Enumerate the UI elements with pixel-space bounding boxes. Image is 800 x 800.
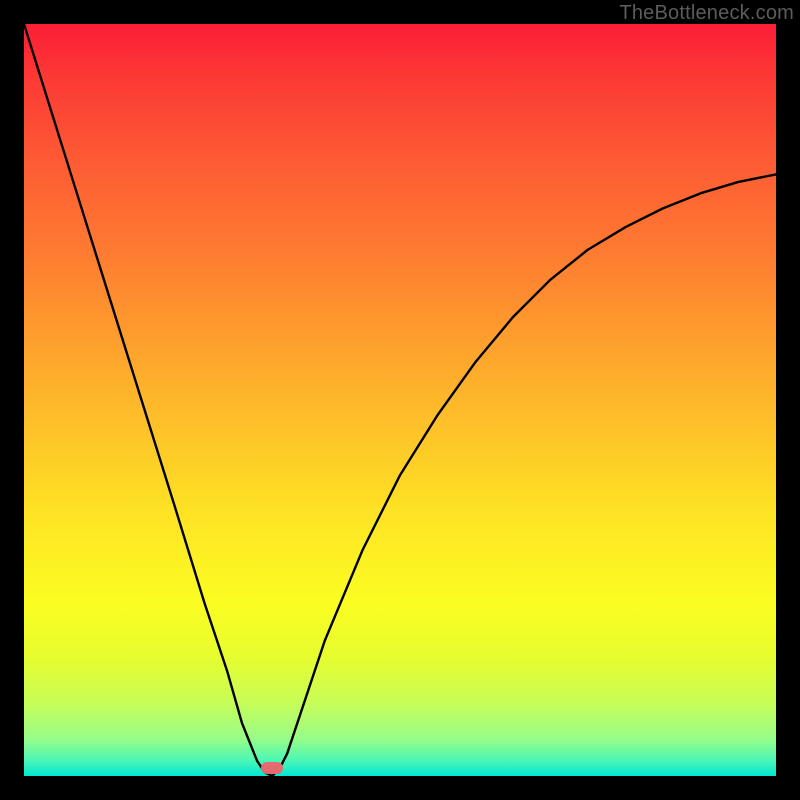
watermark-text: TheBottleneck.com	[619, 2, 794, 25]
plot-area	[24, 24, 776, 776]
bottleneck-curve	[24, 24, 776, 776]
chart-frame: TheBottleneck.com	[0, 0, 800, 800]
optimal-point-marker	[261, 762, 283, 774]
